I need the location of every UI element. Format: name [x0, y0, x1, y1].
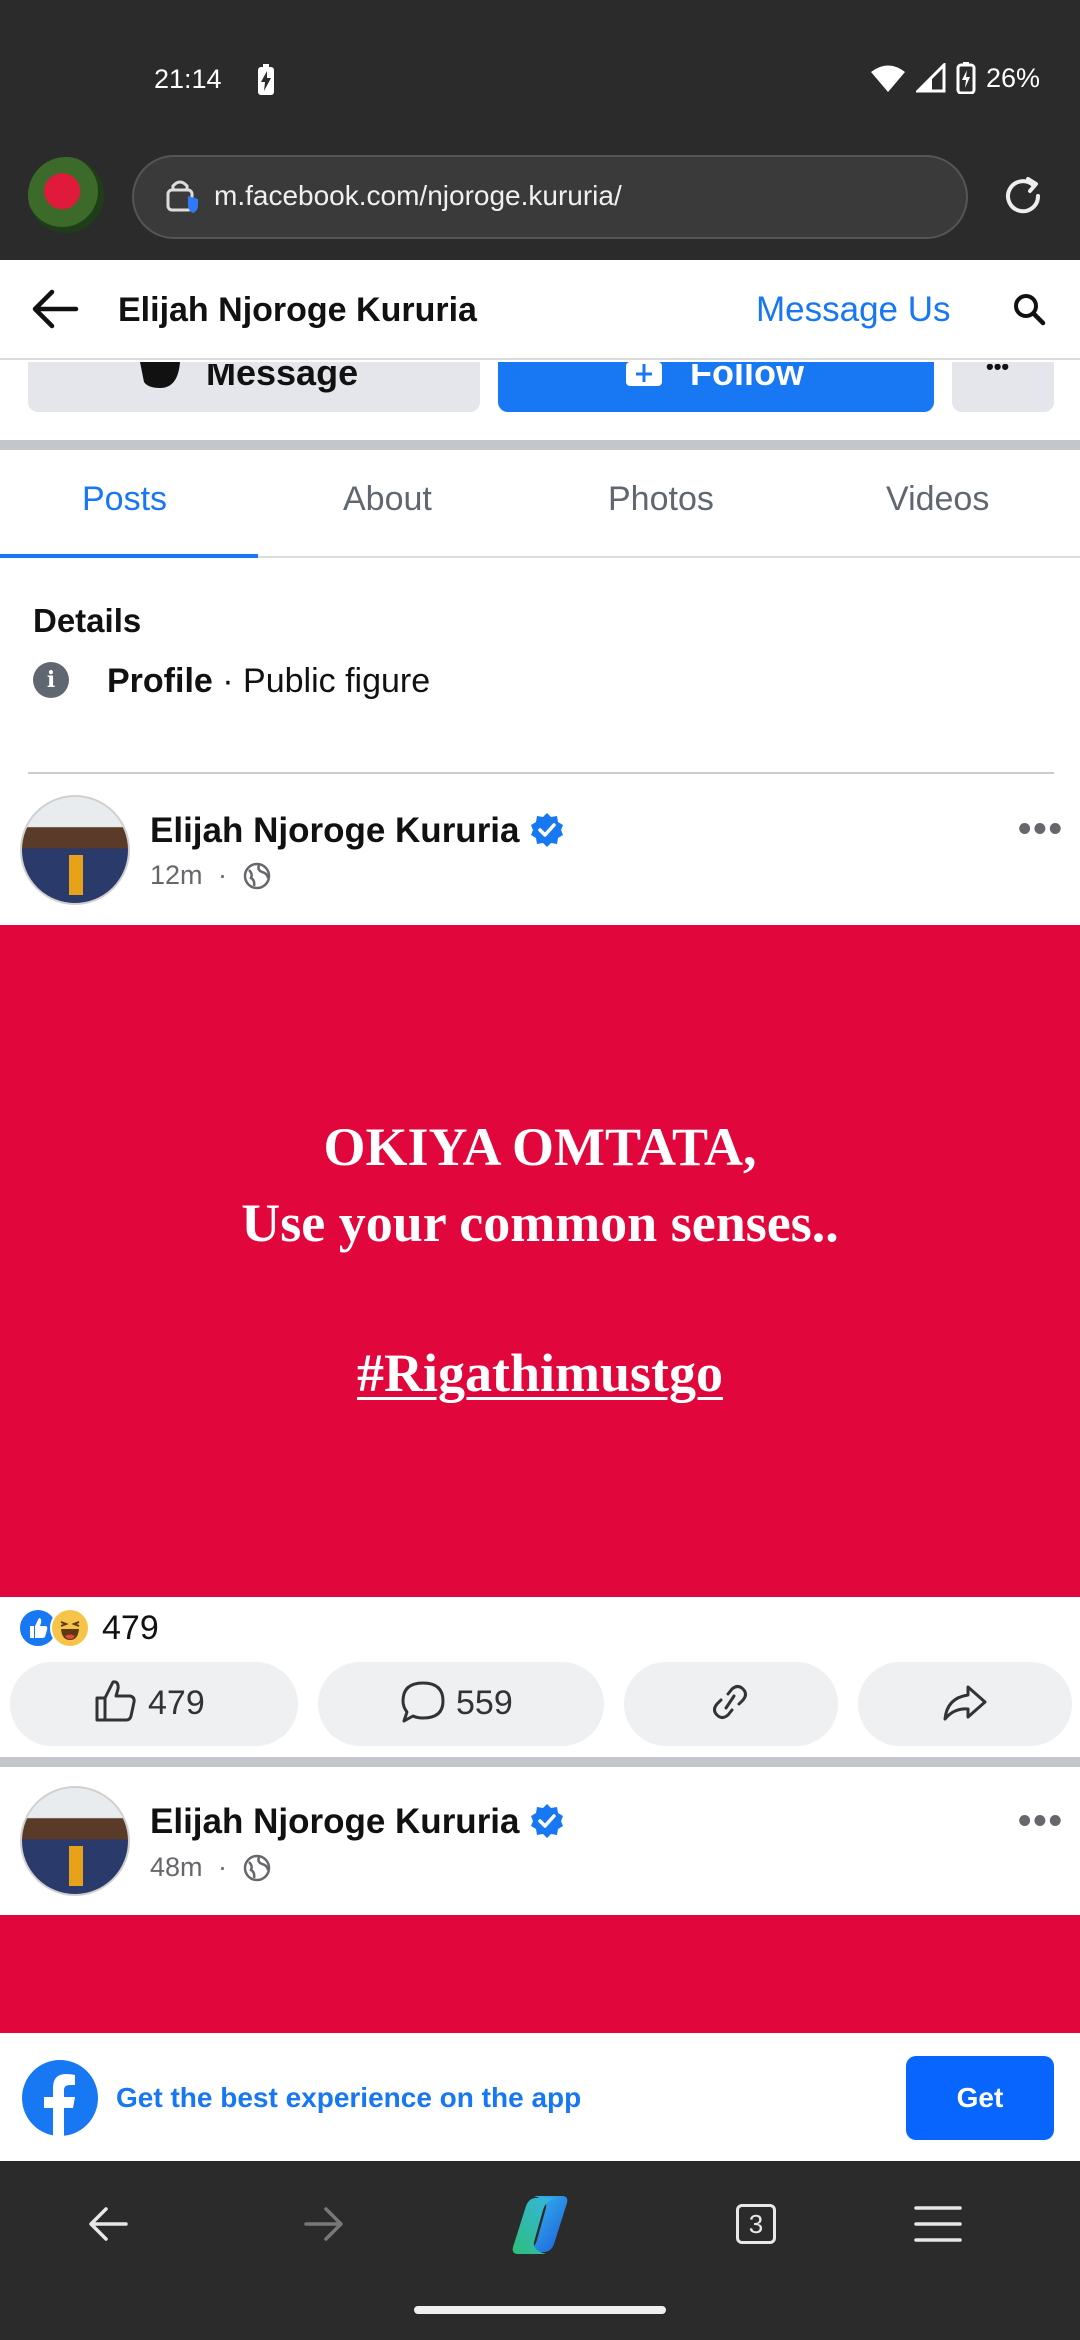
post-time[interactable]: 12m — [150, 860, 203, 891]
battery-percent: 26% — [985, 62, 1040, 93]
reload-icon[interactable] — [1000, 173, 1046, 219]
link-icon — [713, 1685, 747, 1719]
tab-about[interactable]: About — [343, 480, 432, 519]
battery-icon — [956, 62, 976, 94]
reaction-summary[interactable]: 479 — [18, 1608, 159, 1648]
comment-icon — [401, 1681, 445, 1723]
app-banner-text: Get the best experience on the app — [116, 2082, 582, 2113]
post-author-avatar[interactable] — [20, 795, 130, 905]
post-options-icon[interactable]: ••• — [1018, 1800, 1064, 1843]
verified-badge-icon — [531, 1804, 563, 1838]
signal-icon — [915, 63, 946, 93]
facebook-logo-icon — [22, 2060, 98, 2136]
post-image[interactable] — [0, 1915, 1080, 2033]
url-text: m.facebook.com/njoroge.kururia/ — [214, 180, 622, 211]
follow-plus-icon — [626, 362, 662, 386]
post-image-hashtag: #Rigathimustgo — [356, 1343, 724, 1403]
post-image-line2: Use your common senses.. — [241, 1193, 839, 1253]
details-heading: Details — [33, 602, 142, 639]
browser-profile-avatar[interactable] — [28, 157, 104, 233]
post-author-name[interactable]: Elijah Njoroge Kururia — [150, 811, 520, 851]
nav-back-icon[interactable] — [86, 2204, 130, 2244]
verified-badge-icon — [531, 813, 563, 847]
menu-icon[interactable] — [914, 2204, 962, 2244]
post-image-line1: OKIYA OMTATA, — [323, 1117, 757, 1177]
post-image[interactable] — [0, 925, 1080, 1597]
details-profile-line: Profile · Public figure — [107, 662, 430, 701]
page-title: Elijah Njoroge Kururia — [118, 291, 477, 329]
details-value: · Public figure — [222, 662, 431, 700]
status-time: 21:14 — [154, 64, 222, 94]
section-divider — [0, 440, 1080, 450]
nav-forward-icon[interactable] — [302, 2204, 346, 2244]
meta-separator: · — [218, 860, 227, 890]
post-author-avatar[interactable] — [20, 1786, 130, 1896]
message-us-link[interactable]: Message Us — [756, 290, 951, 330]
back-arrow-icon[interactable] — [30, 287, 80, 331]
info-icon: i — [33, 662, 69, 698]
status-right: 26% — [870, 62, 1040, 94]
tab-posts[interactable]: Posts — [82, 480, 167, 519]
post-divider — [0, 1757, 1080, 1767]
search-icon[interactable] — [1012, 292, 1046, 326]
public-globe-icon — [243, 862, 271, 890]
comment-count: 559 — [456, 1684, 513, 1722]
tab-videos[interactable]: Videos — [886, 480, 989, 519]
meta-separator: · — [218, 1852, 227, 1882]
like-count: 479 — [148, 1684, 205, 1722]
like-icon — [95, 1680, 136, 1722]
tab-photos[interactable]: Photos — [608, 480, 714, 519]
site-info-icon[interactable] — [166, 178, 200, 214]
get-app-button[interactable]: Get — [906, 2056, 1054, 2140]
reaction-count: 479 — [102, 1608, 159, 1647]
home-indicator[interactable] — [414, 2306, 666, 2314]
active-tab-indicator — [0, 554, 258, 558]
messenger-icon — [140, 362, 180, 388]
public-globe-icon — [243, 1854, 271, 1882]
details-label: Profile — [107, 662, 213, 700]
post-author-name[interactable]: Elijah Njoroge Kururia — [150, 1802, 520, 1842]
charging-icon — [258, 64, 274, 95]
copilot-icon[interactable] — [504, 2192, 576, 2258]
share-icon — [943, 1685, 987, 1721]
haha-reaction-icon — [50, 1608, 90, 1648]
details-divider — [28, 772, 1054, 774]
post-options-icon[interactable]: ••• — [1018, 808, 1064, 851]
post-time[interactable]: 48m — [150, 1852, 203, 1883]
wifi-icon — [870, 65, 905, 92]
tab-switcher-button[interactable]: 3 — [736, 2204, 776, 2244]
